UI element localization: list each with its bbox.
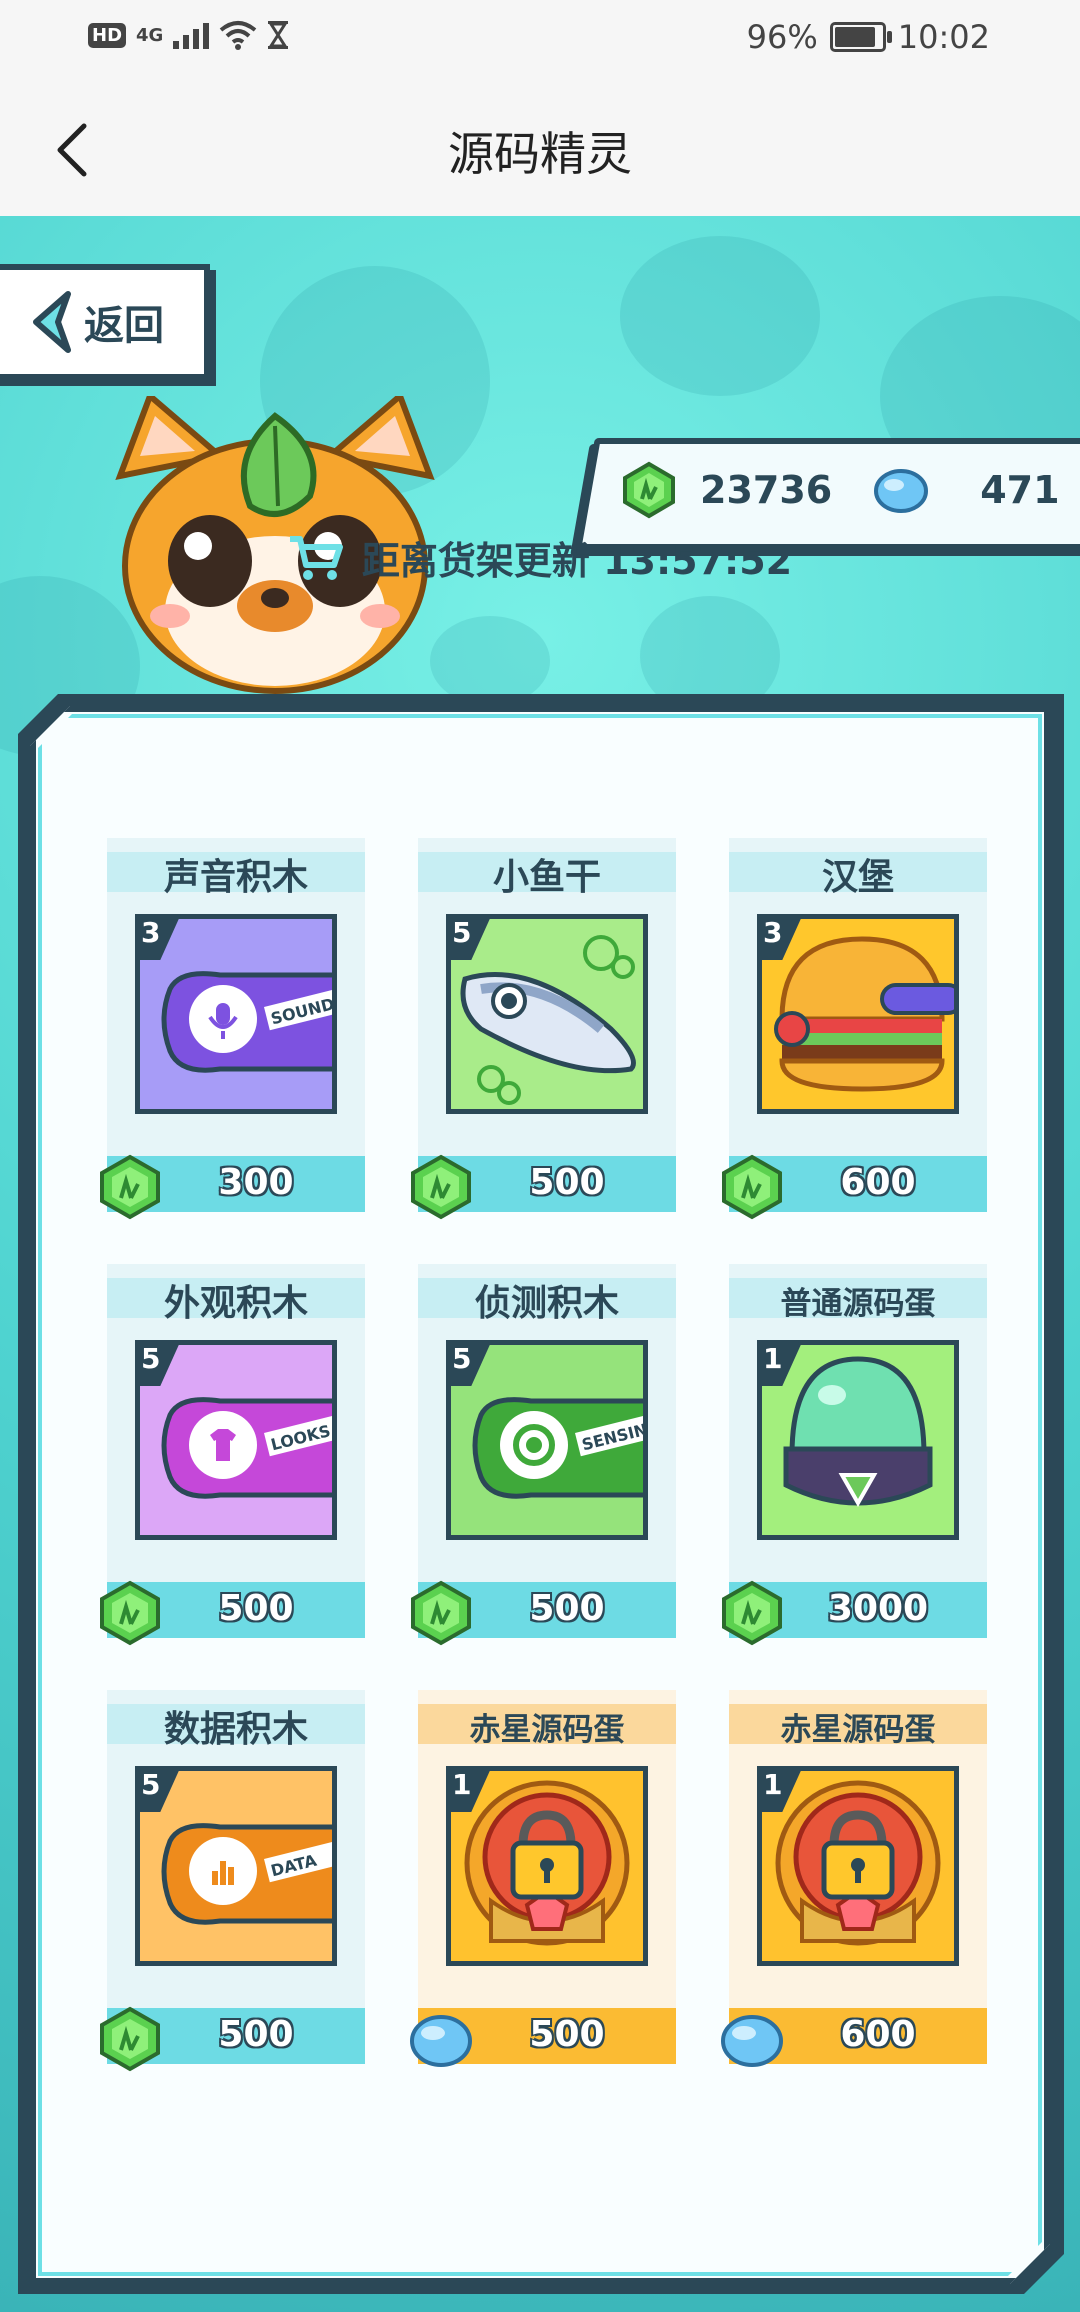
item-name: 赤星源码蛋 <box>780 1712 936 1748</box>
hd-icon: HD <box>88 22 127 48</box>
item-name: 声音积木 <box>163 857 308 898</box>
battery-icon <box>829 22 892 52</box>
shop-item-card[interactable]: 赤星源码蛋 1 500 <box>410 1690 676 2067</box>
item-level: 5 <box>452 1342 472 1375</box>
back-button-label: 返回 <box>84 303 164 349</box>
gem-icon <box>411 1580 471 1646</box>
item-price: 600 <box>840 2014 916 2055</box>
shop-item-card[interactable]: 汉堡 3 600 <box>722 838 987 1220</box>
item-level: 3 <box>763 916 783 949</box>
gem-count: 23736 <box>700 468 833 512</box>
item-level: 5 <box>141 1342 161 1375</box>
gem-icon <box>100 1154 160 1220</box>
signal-icon <box>173 21 210 49</box>
gem-icon <box>411 1154 471 1220</box>
gem-icon <box>623 461 675 519</box>
shop-item-card[interactable]: 外观积木 LOOKS 5 500 <box>100 1264 365 1646</box>
wifi-icon <box>219 20 257 50</box>
item-price: 300 <box>218 1162 294 1203</box>
item-level: 5 <box>452 916 472 949</box>
shelf-timer: 距离货架更新 13:57:52 <box>0 530 1080 585</box>
item-price: 500 <box>529 1162 605 1203</box>
item-level: 3 <box>141 916 161 949</box>
crystal-count: 471 <box>980 468 1060 512</box>
hourglass-icon <box>267 20 289 50</box>
item-name: 数据积木 <box>163 1709 308 1750</box>
item-name: 汉堡 <box>821 857 894 898</box>
item-name: 小鱼干 <box>492 857 601 898</box>
item-price: 3000 <box>827 1588 929 1629</box>
battery-percent: 96% <box>746 18 818 56</box>
shop-item-card[interactable]: 数据积木 DATA 5 500 <box>100 1690 365 2072</box>
shelf-timer-text: 距离货架更新 13:57:52 <box>361 539 793 583</box>
item-price: 500 <box>218 2014 294 2055</box>
gem-icon <box>722 1580 782 1646</box>
item-price: 500 <box>529 2014 605 2055</box>
shop-item-card[interactable]: 普通源码蛋 1 3000 <box>722 1264 987 1646</box>
clock: 10:02 <box>897 18 990 56</box>
page-title: 源码精灵 <box>448 127 632 181</box>
gem-icon <box>722 1154 782 1220</box>
item-level: 1 <box>452 1768 472 1801</box>
item-name: 侦测积木 <box>474 1283 619 1324</box>
back-button[interactable]: 返回 <box>0 264 210 380</box>
item-level: 1 <box>763 1342 783 1375</box>
status-bar: HD 4G 96% 10:02 <box>0 0 1080 80</box>
crystal-icon <box>410 2015 472 2067</box>
gem-icon <box>100 2006 160 2072</box>
shop-item-card[interactable]: 声音积木 SOUND 3 300 <box>100 838 365 1220</box>
item-level: 5 <box>141 1768 161 1801</box>
item-price: 600 <box>840 1162 916 1203</box>
cart-icon <box>289 535 343 580</box>
network-type: 4G <box>136 24 164 46</box>
item-name: 普通源码蛋 <box>780 1286 936 1322</box>
item-price: 500 <box>218 1588 294 1629</box>
item-name: 外观积木 <box>163 1283 308 1324</box>
gem-icon <box>100 1580 160 1646</box>
shop-item-card[interactable]: 侦测积木 SENSING 5 500 <box>411 1264 676 1646</box>
chevron-left-icon <box>33 291 71 353</box>
item-price: 500 <box>529 1588 605 1629</box>
crystal-icon <box>721 2015 783 2067</box>
shop-item-card[interactable]: 小鱼干 5 500 <box>411 838 676 1220</box>
app-header: 源码精灵 <box>0 80 1080 216</box>
item-level: 1 <box>763 1768 783 1801</box>
item-name: 赤星源码蛋 <box>469 1712 625 1748</box>
shop-item-card[interactable]: 赤星源码蛋 1 600 <box>721 1690 987 2067</box>
crystal-icon <box>874 469 929 513</box>
